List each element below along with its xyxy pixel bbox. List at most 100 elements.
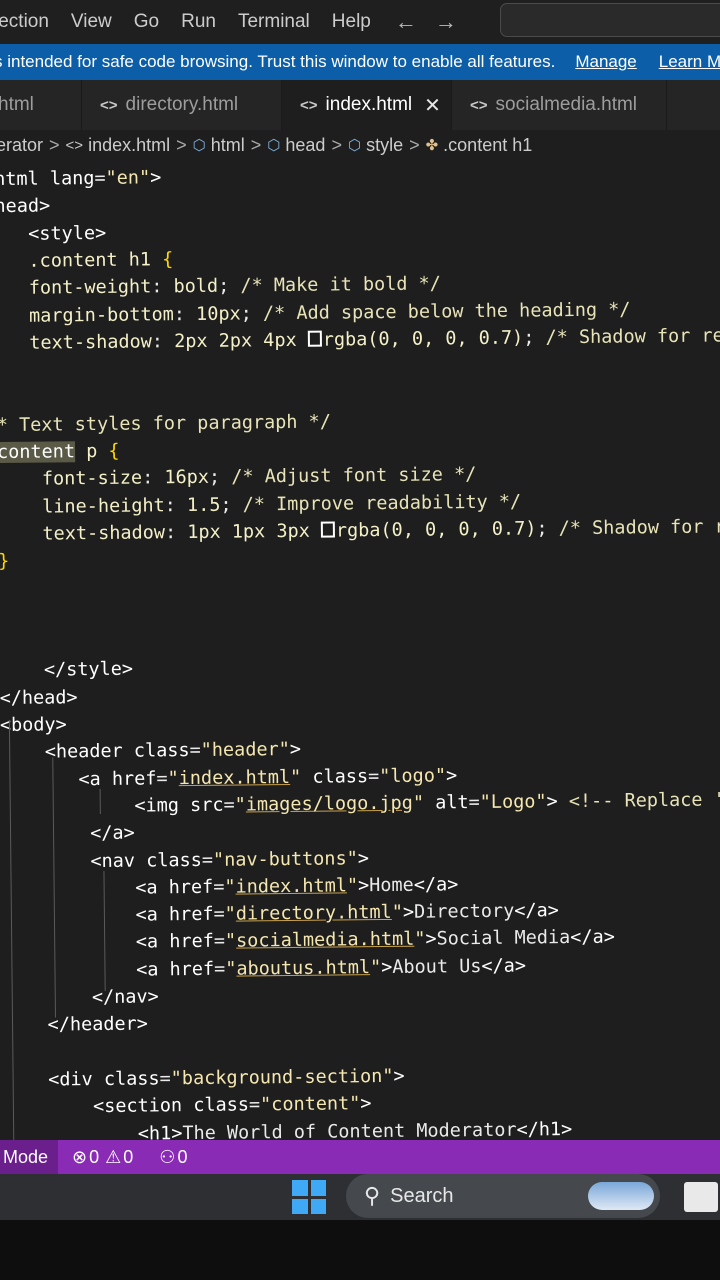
code-token: ; — [208, 466, 232, 489]
error-icon: ⊗ — [72, 1146, 88, 1167]
html-file-icon: <> — [470, 96, 488, 114]
taskbar-search[interactable]: ⚲ Search — [346, 1174, 660, 1218]
code-token: = — [223, 794, 235, 816]
code-token: <header — [44, 740, 134, 763]
code-token: { — [162, 249, 174, 271]
code-editor[interactable]: ntml lang="en"> head> <style> .content h1… — [0, 160, 720, 1140]
menu-terminal[interactable]: Terminal — [238, 11, 310, 33]
tab-index[interactable]: <> index.html ✕ — [282, 80, 452, 130]
menu-help[interactable]: Help — [332, 11, 371, 33]
color-swatch-icon[interactable] — [307, 330, 322, 347]
close-tab-icon[interactable]: ✕ — [424, 93, 441, 118]
html-file-icon: <> — [65, 136, 84, 154]
code-token: = — [189, 740, 201, 762]
code-token: = — [367, 765, 380, 787]
code-token: > — [402, 901, 415, 923]
breadcrumb-folder[interactable]: erator — [0, 135, 43, 156]
code-token: About Us — [392, 955, 482, 978]
code-token: </header> — [47, 1013, 148, 1036]
forward-arrow-icon[interactable]: → — [435, 9, 457, 35]
code-token: /* Adjust font size */ — [231, 464, 477, 488]
code-token: </head> — [0, 686, 78, 709]
code-line: <nav class="nav-buttons"> — [1, 845, 369, 876]
back-arrow-icon[interactable]: ← — [395, 9, 417, 35]
code-token: <a — [135, 877, 169, 899]
breadcrumb-style[interactable]: ⬡ style — [348, 135, 403, 156]
breadcrumb-html[interactable]: ⬡ html — [193, 135, 245, 156]
menu-go[interactable]: Go — [134, 11, 159, 33]
breadcrumb-file[interactable]: <> index.html — [66, 135, 171, 156]
code-token: " — [412, 792, 425, 814]
tab-label: socialmedia.html — [495, 94, 638, 115]
warning-icon: ⚠ — [105, 1146, 122, 1167]
manage-link[interactable]: Manage — [575, 52, 636, 72]
code-token: " — [346, 875, 359, 897]
code-token: href — [169, 958, 215, 980]
code-token: = — [159, 1068, 171, 1090]
code-token: : — [173, 303, 197, 325]
code-token: > — [357, 874, 370, 897]
code-token: Social Media — [436, 927, 571, 950]
status-bar: l Mode ⊗ 0 ⚠ 0 ⚇ 0 — [0, 1140, 720, 1174]
code-token: <h1> — [137, 1122, 183, 1140]
menu-view[interactable]: View — [71, 11, 112, 33]
code-token: Directory — [413, 900, 515, 923]
tab-directory[interactable]: <> directory.html — [82, 80, 282, 130]
menu-run[interactable]: Run — [181, 11, 216, 33]
code-token: head> — [0, 195, 51, 218]
code-token: ; — [218, 275, 241, 297]
code-token: index.html — [235, 875, 348, 898]
code-token: " — [224, 930, 237, 953]
code-token: > — [357, 847, 370, 869]
code-token: = — [468, 791, 480, 814]
tab-label: html — [0, 94, 34, 115]
code-token: </h1> — [516, 1118, 573, 1140]
ports-count: 0 — [177, 1146, 188, 1167]
windows-start-icon[interactable] — [292, 1180, 326, 1214]
code-token: " — [391, 901, 404, 924]
code-token: "header" — [200, 739, 290, 762]
search-placeholder: Search — [390, 1184, 454, 1207]
tab-html[interactable]: html — [0, 80, 82, 130]
code-token: " — [225, 958, 237, 980]
code-token: > — [150, 167, 162, 189]
code-token: socialmedia.html — [236, 929, 415, 952]
code-line: </style> — [0, 656, 133, 684]
code-token: images/logo.jpg — [245, 792, 414, 816]
menu-selection[interactable]: lection — [0, 11, 49, 33]
code-token: directory.html — [235, 902, 392, 925]
task-view-icon[interactable] — [684, 1182, 718, 1212]
breadcrumb-head[interactable]: ⬡ head — [267, 135, 325, 156]
breadcrumb-selector[interactable]: ✤ .content h1 — [426, 135, 533, 156]
vscode-window: lection View Go Run Terminal Help ← → s … — [0, 0, 720, 1280]
code-token: > — [381, 956, 393, 978]
code-line: ntml lang="en"> — [0, 164, 161, 193]
code-token: = — [213, 931, 226, 953]
code-token: 1px 1px 3px — [187, 520, 322, 543]
code-line: * Text styles for paragraph */ — [0, 408, 331, 438]
code-token: </a> — [413, 874, 459, 896]
color-swatch-icon[interactable] — [320, 521, 336, 538]
learn-more-link[interactable]: Learn M — [659, 52, 720, 72]
code-token: text-shadow — [42, 522, 166, 545]
problems-indicator[interactable]: ⊗ 0 ⚠ 0 — [72, 1147, 133, 1168]
ports-indicator[interactable]: ⚇ 0 — [159, 1147, 187, 1168]
code-token: /* Add space below the heading */ — [262, 298, 631, 324]
code-token: <a — [136, 958, 170, 981]
element-cube-icon: ⬡ — [347, 137, 362, 154]
tab-socialmedia[interactable]: <> socialmedia.html — [452, 80, 667, 130]
tab-label: index.html — [325, 94, 413, 115]
chevron-right-icon: > — [49, 134, 60, 155]
code-token: = — [94, 167, 106, 190]
restricted-mode-indicator[interactable]: l Mode — [0, 1140, 59, 1174]
code-token: 10px — [196, 302, 241, 325]
code-token: " — [224, 903, 236, 925]
command-center-search[interactable] — [500, 3, 720, 37]
code-token: " — [234, 794, 246, 816]
menu-bar: lection View Go Run Terminal Help ← → — [0, 0, 720, 44]
